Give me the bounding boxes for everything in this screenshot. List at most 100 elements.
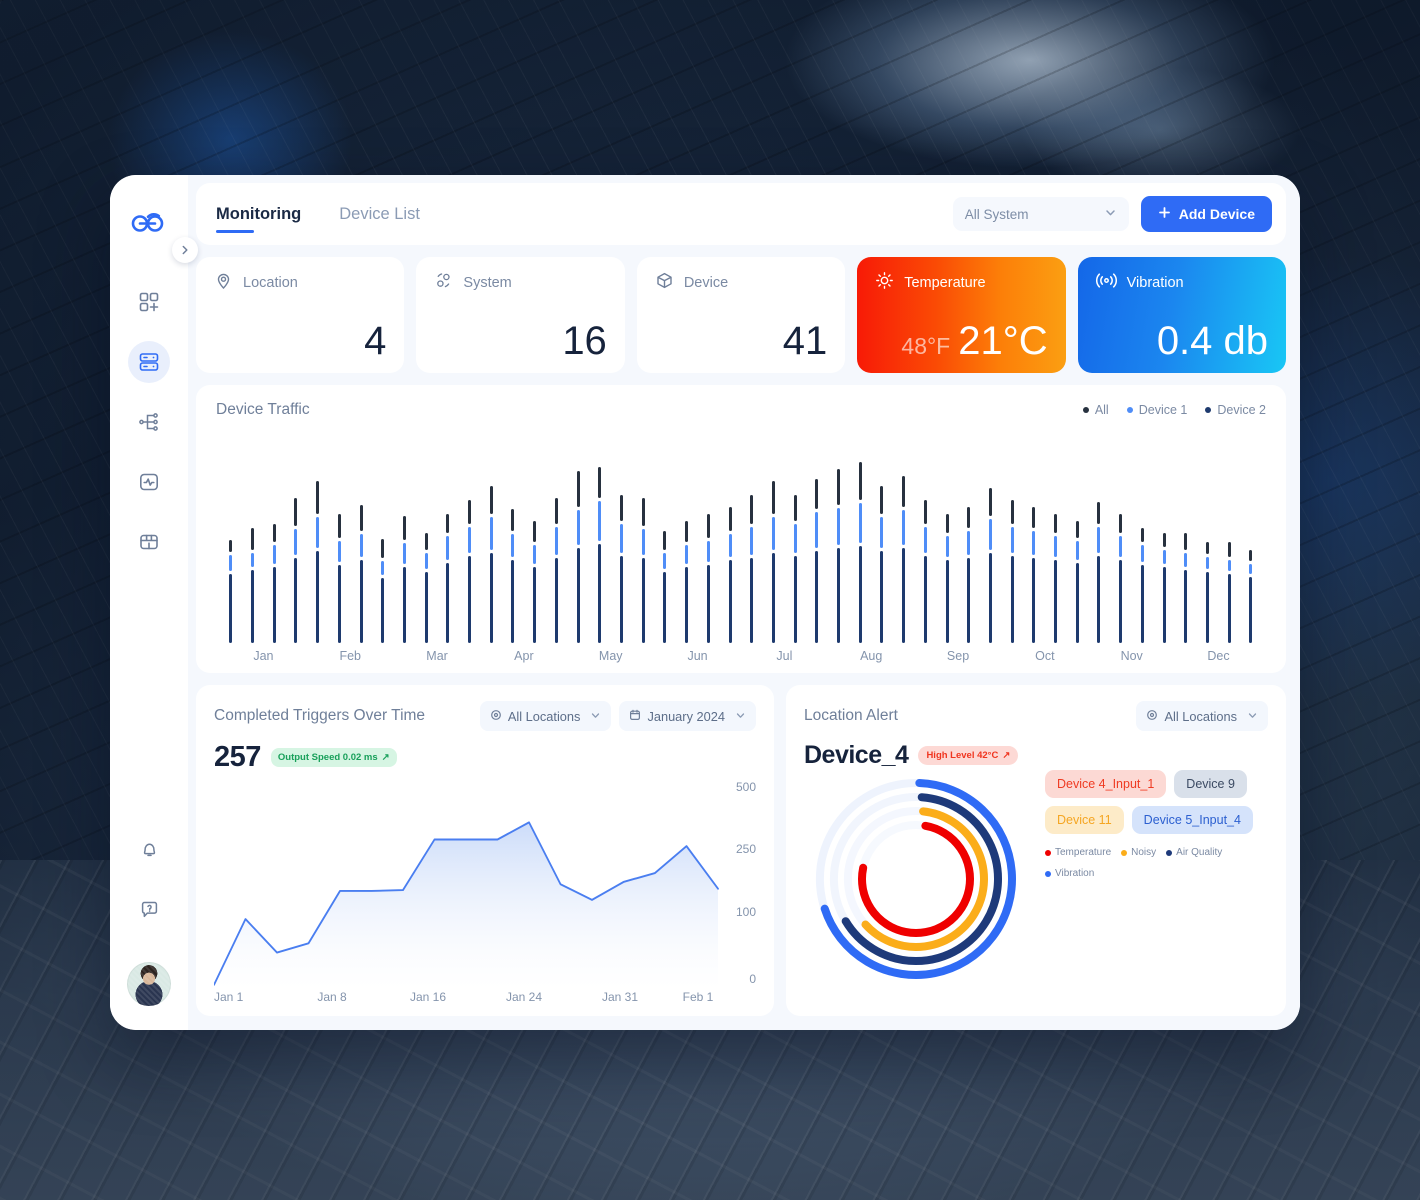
tab-device-list[interactable]: Device List	[333, 183, 426, 245]
traffic-bar[interactable]	[1218, 433, 1240, 643]
traffic-bar[interactable]	[697, 433, 719, 643]
traffic-bar[interactable]	[459, 433, 481, 643]
traffic-bar[interactable]	[437, 433, 459, 643]
device-tag[interactable]: Device 11	[1045, 806, 1124, 834]
bar-segment-top	[402, 516, 406, 541]
sidebar-item-analytics[interactable]	[128, 461, 170, 503]
traffic-bar[interactable]	[958, 433, 980, 643]
traffic-bar[interactable]	[632, 433, 654, 643]
bell-icon	[143, 843, 155, 856]
traffic-bar[interactable]	[1001, 433, 1023, 643]
stat-card-device[interactable]: Device 41	[636, 257, 846, 373]
traffic-bar[interactable]	[350, 433, 372, 643]
traffic-bar[interactable]	[1066, 433, 1088, 643]
bar-segment-mid	[663, 552, 667, 570]
traffic-bar[interactable]	[871, 433, 893, 643]
bar-segment-top	[446, 514, 450, 533]
traffic-bar[interactable]	[307, 433, 329, 643]
activity-monitor-icon	[139, 473, 158, 491]
user-avatar[interactable]	[127, 962, 171, 1006]
traffic-bar[interactable]	[589, 433, 611, 643]
sidebar-item-devices[interactable]	[128, 341, 170, 383]
bar-segment-bot	[381, 577, 385, 643]
alert-location-filter[interactable]: All Locations	[1136, 701, 1268, 731]
bar-segment-mid	[402, 543, 406, 565]
bar-segment-mid	[489, 517, 493, 551]
traffic-bar[interactable]	[1110, 433, 1132, 643]
bar-segment-mid	[272, 545, 276, 565]
traffic-bar[interactable]	[502, 433, 524, 643]
traffic-bar[interactable]	[980, 433, 1002, 643]
traffic-bar[interactable]	[1088, 433, 1110, 643]
legend-item-device-2[interactable]: Device 2	[1205, 403, 1266, 417]
legend-item-air-quality[interactable]: Air Quality	[1166, 847, 1222, 858]
traffic-bar[interactable]	[546, 433, 568, 643]
triggers-location-filter[interactable]: All Locations	[479, 701, 612, 731]
traffic-bar[interactable]	[242, 433, 264, 643]
legend-item-device-1[interactable]: Device 1	[1126, 403, 1187, 417]
traffic-bar[interactable]	[567, 433, 589, 643]
traffic-bar[interactable]	[1175, 433, 1197, 643]
traffic-bar[interactable]	[1023, 433, 1045, 643]
device-tag[interactable]: Device 9	[1174, 770, 1247, 798]
traffic-bar[interactable]	[806, 433, 828, 643]
stat-card-temperature[interactable]: Temperature 48°F 21°C	[857, 257, 1066, 373]
triggers-count: 257	[214, 741, 261, 773]
traffic-bar[interactable]	[329, 433, 351, 643]
chevron-down-icon	[1247, 709, 1258, 724]
device-tag[interactable]: Device 5_Input_4	[1131, 806, 1253, 834]
add-device-button[interactable]: Add Device	[1140, 196, 1272, 232]
sidebar-item-notifications[interactable]	[128, 828, 170, 870]
bar-segment-bot	[771, 553, 775, 643]
triggers-header: Completed Triggers Over Time All Locatio…	[214, 701, 756, 731]
traffic-bar[interactable]	[220, 433, 242, 643]
traffic-bar[interactable]	[1045, 433, 1067, 643]
device-tag[interactable]: Device 4_Input_1	[1045, 770, 1167, 798]
traffic-bar[interactable]	[849, 433, 871, 643]
cloud-logo-icon[interactable]	[127, 205, 171, 243]
traffic-bar[interactable]	[893, 433, 915, 643]
system-select[interactable]: All System	[952, 197, 1129, 231]
traffic-bar[interactable]	[480, 433, 502, 643]
traffic-bar[interactable]	[394, 433, 416, 643]
traffic-bar[interactable]	[763, 433, 785, 643]
triggers-date-filter[interactable]: January 2024	[619, 701, 756, 731]
traffic-bar[interactable]	[1153, 433, 1175, 643]
chevron-down-icon	[1104, 206, 1117, 222]
traffic-bar[interactable]	[285, 433, 307, 643]
location-pin-icon	[214, 271, 233, 295]
stat-card-system[interactable]: System 16	[416, 257, 625, 373]
legend-item-temperature[interactable]: Temperature	[1045, 847, 1111, 858]
traffic-bar[interactable]	[611, 433, 633, 643]
traffic-bar[interactable]	[654, 433, 676, 643]
traffic-bar[interactable]	[741, 433, 763, 643]
traffic-bar[interactable]	[676, 433, 698, 643]
device-traffic-bars	[216, 423, 1266, 643]
sidebar-bottom	[127, 828, 171, 1006]
chevron-right-icon	[182, 245, 188, 255]
traffic-bar[interactable]	[784, 433, 806, 643]
traffic-bar[interactable]	[1197, 433, 1219, 643]
sidebar-item-dashboard[interactable]	[128, 281, 170, 323]
traffic-bar[interactable]	[1132, 433, 1154, 643]
sidebar-item-help[interactable]	[128, 888, 170, 930]
sidebar-item-storage[interactable]	[128, 521, 170, 563]
sidebar-item-topology[interactable]	[128, 401, 170, 443]
tab-monitoring[interactable]: Monitoring	[210, 183, 307, 245]
traffic-bar[interactable]	[936, 433, 958, 643]
legend-item-all[interactable]: All	[1082, 403, 1109, 417]
traffic-bar[interactable]	[524, 433, 546, 643]
traffic-bar[interactable]	[263, 433, 285, 643]
traffic-bar[interactable]	[415, 433, 437, 643]
traffic-bar[interactable]	[372, 433, 394, 643]
traffic-bar[interactable]	[828, 433, 850, 643]
traffic-bar[interactable]	[1240, 433, 1262, 643]
legend-item-vibration[interactable]: Vibration	[1045, 868, 1094, 879]
traffic-bar[interactable]	[915, 433, 937, 643]
stat-card-location[interactable]: Location 4	[196, 257, 405, 373]
sidebar-collapse-toggle[interactable]	[172, 237, 198, 263]
legend-item-noisy[interactable]: Noisy	[1121, 847, 1156, 858]
triggers-location-value: All Locations	[507, 708, 581, 724]
stat-card-vibration[interactable]: Vibration 0.4 db	[1077, 257, 1287, 373]
traffic-bar[interactable]	[719, 433, 741, 643]
